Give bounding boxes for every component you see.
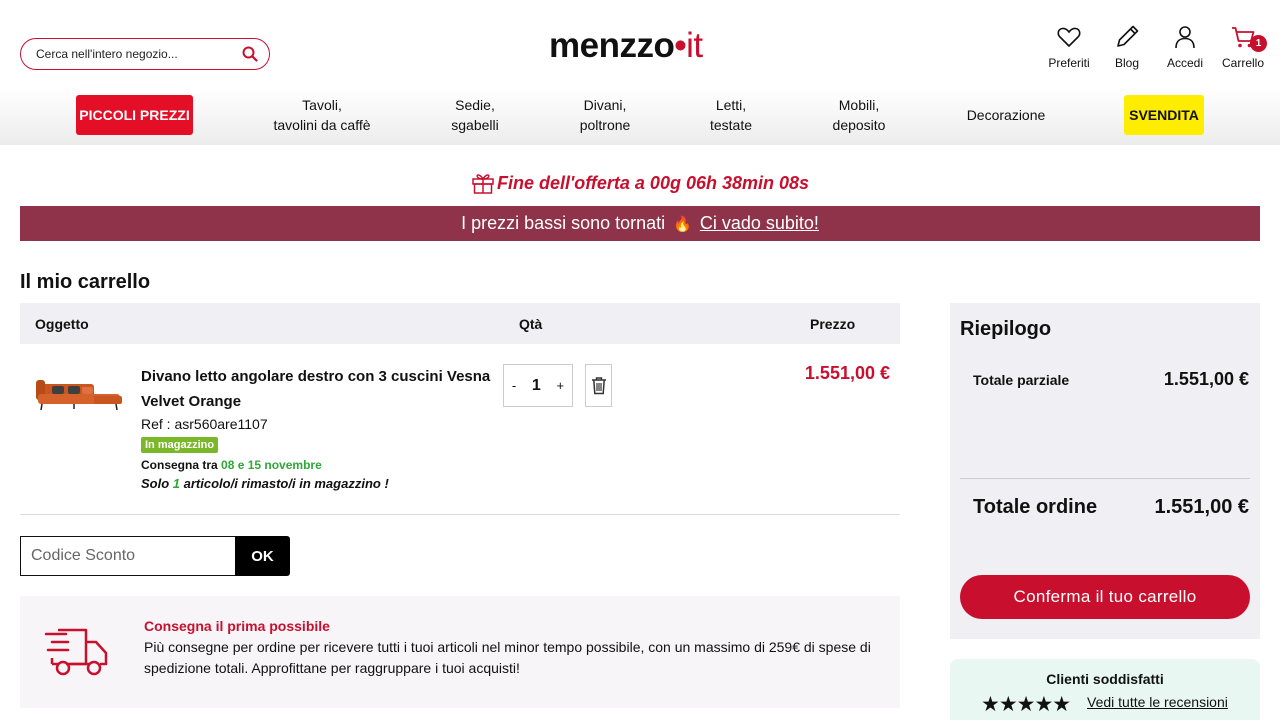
logo-dot: • [674, 26, 687, 65]
remaining-prefix: Solo [141, 476, 173, 491]
order-summary: Riepilogo Totale parziale 1.551,00 € Tot… [950, 303, 1260, 639]
site-logo[interactable]: menzzo•it [549, 26, 703, 66]
subtotal-value: 1.551,00 € [1163, 369, 1249, 389]
total-label: Totale ordine [973, 496, 1098, 518]
heart-icon [1057, 27, 1081, 48]
shipping-description: Più consegne per ordine per ricevere tut… [144, 639, 871, 676]
delivery-info: Consegna tra 08 e 15 novembre [141, 458, 322, 472]
site-header: menzzo•it Preferiti Blog Accedi Carrello… [0, 0, 1280, 88]
nav-item-line: Tavoli, [302, 97, 342, 113]
logo-tld: it [686, 26, 703, 65]
reviews-title: Clienti soddisfatti [1046, 671, 1164, 687]
remove-item-button[interactable] [585, 364, 612, 407]
remaining-suffix: articolo/i rimasto/i in magazzino ! [180, 476, 389, 491]
shipping-title: Consegna il prima possibile [144, 618, 330, 634]
remaining-count: 1 [172, 476, 181, 491]
product-image[interactable] [34, 372, 124, 418]
shipping-info-box: Consegna il prima possibile Più consegne… [20, 596, 900, 708]
blog-link[interactable]: Blog [1098, 24, 1156, 70]
nav-item-line: Mobili, [838, 97, 880, 113]
trash-icon [591, 377, 606, 395]
reviews-box: Clienti soddisfatti ★★★★★ Vedi tutte le … [950, 659, 1260, 720]
col-price: Prezzo [810, 316, 856, 332]
nav-item-line: deposito [832, 117, 886, 133]
banner-link[interactable]: Ci vado subito! [700, 213, 819, 234]
cart-label: Carrello [1221, 56, 1264, 70]
nav-item-line: poltrone [579, 117, 631, 133]
offer-countdown: Fine dell'offerta a 00g 06h 38min 08s [0, 172, 1280, 194]
divider [20, 514, 900, 515]
promo-banner[interactable]: I prezzi bassi sono tornati 🔥 Ci vado su… [20, 206, 1260, 241]
search-bar[interactable] [20, 38, 270, 70]
product-price: 1.551,00 € [804, 363, 890, 383]
offer-text: Fine dell'offerta a 00g 06h 38min 08s [496, 172, 810, 193]
coupon-apply-button[interactable]: OK [235, 536, 290, 576]
nav-svendita[interactable]: SVENDITA [1124, 95, 1204, 135]
nav-item-divani[interactable]: Divani, poltrone [560, 95, 650, 135]
subtotal-label: Totale parziale [973, 371, 1070, 388]
cart-table-header: Oggetto Qtà Prezzo [20, 303, 900, 344]
nav-item-line: tavolini da caffè [273, 117, 371, 133]
quantity-stepper: - 1 + [503, 364, 573, 407]
login-label: Accedi [1166, 56, 1204, 70]
rating-stars: ★★★★★ [981, 693, 1071, 716]
coupon-form: OK [20, 536, 290, 576]
nav-item-line: testate [709, 117, 753, 133]
delivery-prefix: Consegna tra [141, 458, 222, 472]
stock-badge: In magazzino [141, 437, 219, 453]
page-title: Il mio carrello [20, 271, 151, 293]
summary-title: Riepilogo [960, 318, 1052, 340]
nav-item-line: Divani, [583, 97, 627, 113]
product-name[interactable]: Divano letto angolare destro con 3 cusci… [141, 364, 496, 414]
login-link[interactable]: Accedi [1156, 24, 1214, 70]
favorites-label: Preferiti [1048, 56, 1090, 70]
nav-piccoli-prezzi[interactable]: PICCOLI PREZZI [76, 95, 193, 135]
nav-item-mobili[interactable]: Mobili, deposito [814, 95, 904, 135]
total-row: Totale ordine 1.551,00 € [973, 496, 1249, 519]
all-reviews-link[interactable]: Vedi tutte le recensioni [1087, 694, 1228, 710]
nav-item-tavoli[interactable]: Tavoli, tavolini da caffè [262, 95, 382, 135]
col-qty: Qtà [519, 316, 543, 332]
logo-main: menzzo [549, 26, 675, 65]
delivery-dates: 08 e 15 novembre [221, 458, 322, 472]
pencil-icon [1117, 25, 1139, 47]
nav-item-decorazione[interactable]: Decorazione [955, 105, 1057, 125]
total-value: 1.551,00 € [1154, 496, 1249, 518]
cart-link[interactable]: Carrello 1 [1214, 24, 1272, 70]
col-item: Oggetto [35, 316, 89, 332]
banner-text: I prezzi bassi sono tornati [461, 213, 666, 233]
remaining-stock: Solo 1 articolo/i rimasto/i in magazzino… [141, 476, 389, 491]
qty-value[interactable]: 1 [532, 377, 541, 395]
search-icon[interactable] [241, 45, 259, 63]
blog-label: Blog [1114, 56, 1140, 70]
nav-item-line: Decorazione [966, 107, 1046, 123]
nav-item-line: Letti, [715, 97, 747, 113]
gift-icon [472, 174, 494, 194]
fire-icon: 🔥 [673, 215, 692, 233]
coupon-input[interactable] [20, 536, 235, 576]
nav-item-line: sgabelli [451, 117, 499, 133]
product-ref: Ref : asr560are1107 [141, 416, 268, 432]
confirm-cart-button[interactable]: Conferma il tuo carrello [960, 575, 1250, 619]
subtotal-row: Totale parziale 1.551,00 € [973, 369, 1249, 390]
qty-increase-button[interactable]: + [557, 378, 565, 393]
nav-item-line: Sedie, [455, 97, 495, 113]
summary-divider [960, 478, 1250, 479]
delivery-truck-icon [44, 628, 108, 676]
nav-item-sedie[interactable]: Sedie, sgabelli [430, 95, 520, 135]
header-actions: Preferiti Blog Accedi Carrello 1 [1040, 24, 1272, 70]
favorites-link[interactable]: Preferiti [1040, 24, 1098, 70]
user-icon [1175, 26, 1195, 49]
main-nav: PICCOLI PREZZI Tavoli, tavolini da caffè … [0, 88, 1280, 145]
qty-decrease-button[interactable]: - [512, 378, 516, 393]
search-input[interactable] [36, 47, 241, 61]
nav-item-letti[interactable]: Letti, testate [686, 95, 776, 135]
cart-count-badge: 1 [1250, 35, 1267, 52]
